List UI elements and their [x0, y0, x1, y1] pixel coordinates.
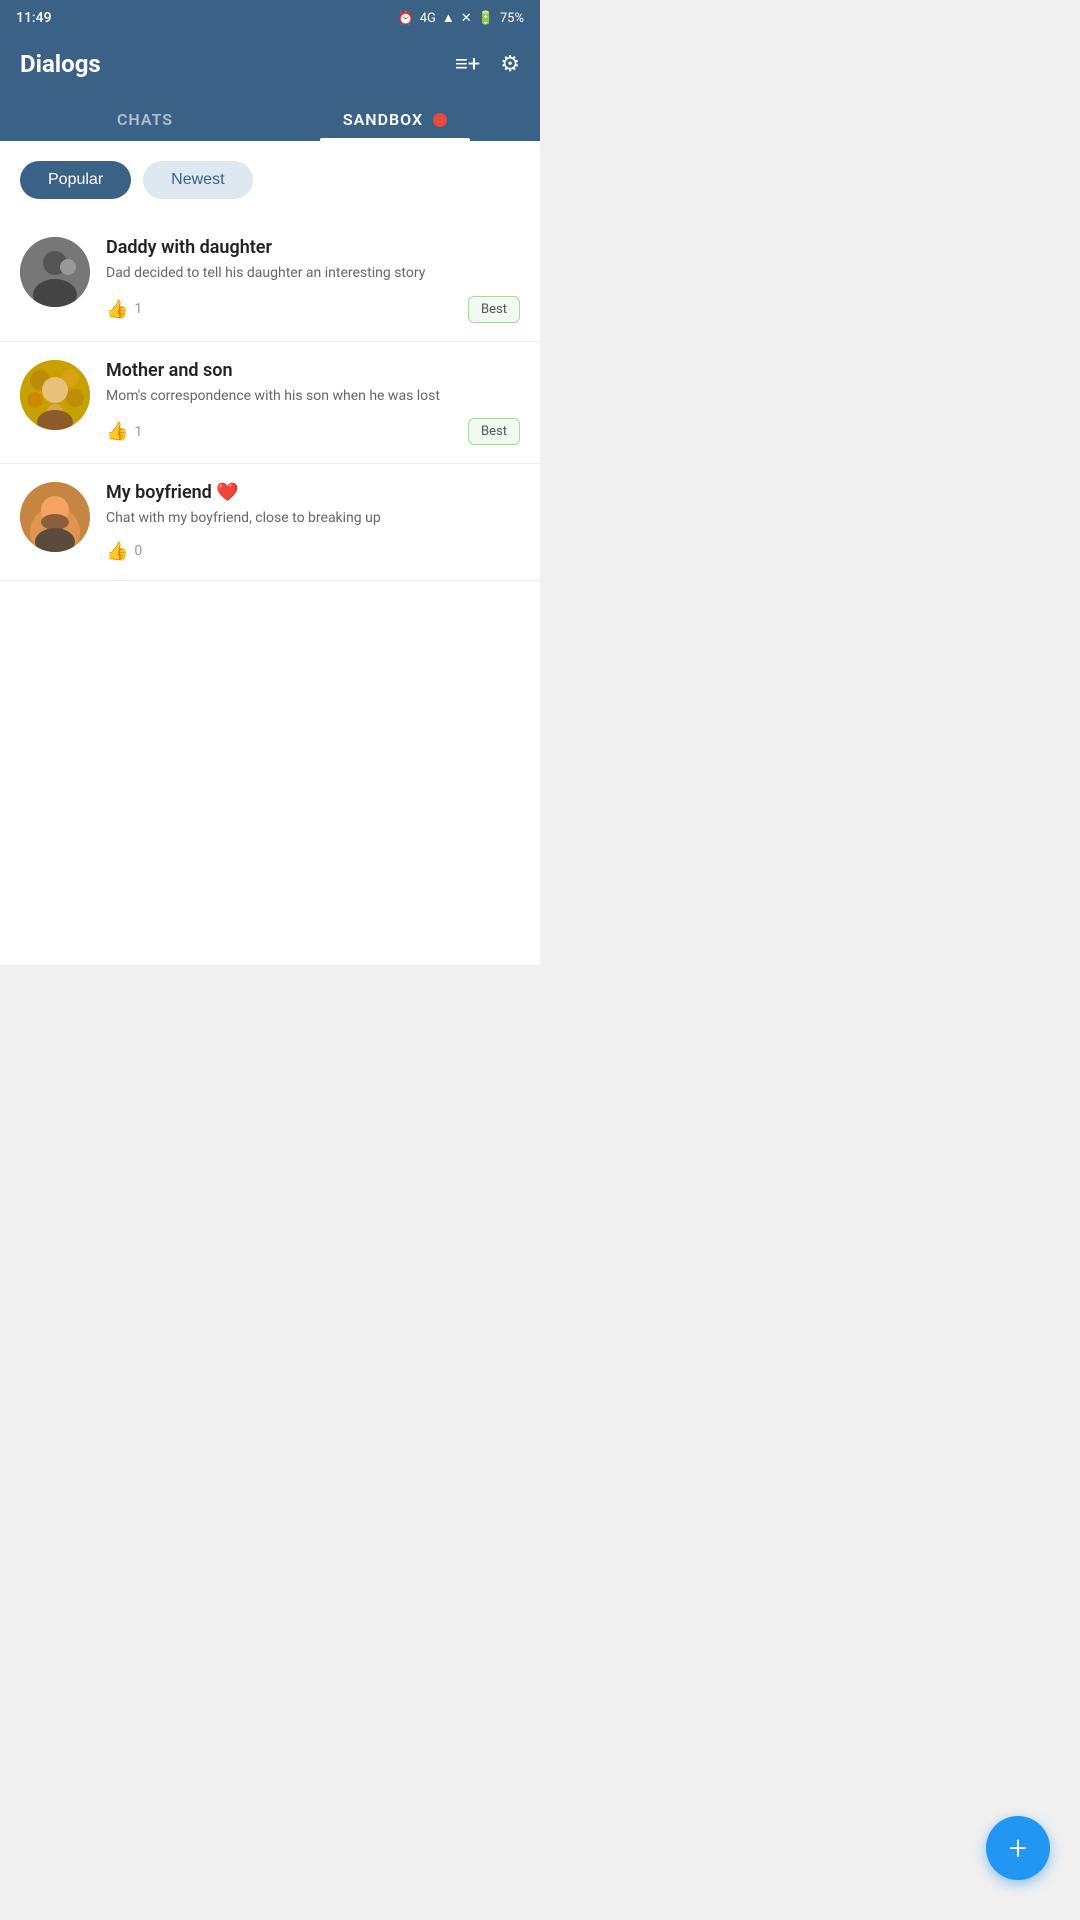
battery-percent: 75% — [500, 11, 524, 26]
chat-description: Dad decided to tell his daughter an inte… — [106, 264, 520, 284]
chat-footer: 👍 0 — [106, 541, 520, 562]
battery-icon: 🔋 — [478, 11, 494, 26]
page-title: Dialogs — [20, 50, 101, 78]
chat-body: My boyfriend ❤️ Chat with my boyfriend, … — [106, 482, 520, 562]
chat-item[interactable]: My boyfriend ❤️ Chat with my boyfriend, … — [0, 464, 540, 581]
like-row: 👍 1 — [106, 421, 142, 442]
avatar-image — [20, 360, 90, 430]
filter-row: Popular Newest — [0, 141, 540, 219]
alarm-icon: ⏰ — [398, 11, 414, 26]
best-badge: Best — [468, 418, 520, 445]
status-icons: ⏰ 4G ▲ ✕ 🔋 75% — [398, 10, 524, 26]
thumbs-up-icon: 👍 — [106, 541, 128, 562]
chat-footer: 👍 1 Best — [106, 418, 520, 445]
chat-body: Daddy with daughter Dad decided to tell … — [106, 237, 520, 323]
fab-button[interactable]: + — [986, 1816, 1050, 1880]
like-row: 👍 1 — [106, 299, 142, 320]
chat-body: Mother and son Mom's correspondence with… — [106, 360, 520, 446]
signal-x-icon: ✕ — [461, 11, 472, 26]
tabs-container: CHATS SANDBOX — [20, 98, 520, 141]
avatar-image — [20, 237, 90, 307]
best-badge: Best — [468, 296, 520, 323]
chat-description: Chat with my boyfriend, close to breakin… — [106, 509, 520, 529]
tab-chats[interactable]: CHATS — [20, 98, 270, 141]
chat-item[interactable]: Daddy with daughter Dad decided to tell … — [0, 219, 540, 342]
status-time: 11:49 — [16, 10, 52, 26]
like-row: 👍 0 — [106, 541, 142, 562]
like-count: 1 — [134, 301, 142, 317]
tab-sandbox[interactable]: SANDBOX — [270, 98, 520, 141]
sandbox-notification-dot — [433, 113, 447, 127]
thumbs-up-icon: 👍 — [106, 299, 128, 320]
network-label: 4G — [420, 11, 436, 26]
chat-footer: 👍 1 Best — [106, 296, 520, 323]
chat-item[interactable]: Mother and son Mom's correspondence with… — [0, 342, 540, 465]
thumbs-up-icon: 👍 — [106, 421, 128, 442]
signal-icon: ▲ — [442, 10, 455, 26]
chat-title: Mother and son — [106, 360, 520, 381]
chat-title: My boyfriend ❤️ — [106, 482, 520, 503]
avatar — [20, 482, 90, 552]
filter-newest-button[interactable]: Newest — [143, 161, 252, 199]
like-count: 0 — [134, 543, 142, 559]
header-actions: ≡+ ⚙ — [455, 51, 520, 77]
header-top: Dialogs ≡+ ⚙ — [20, 50, 520, 78]
settings-icon[interactable]: ⚙ — [500, 52, 520, 77]
new-chat-icon[interactable]: ≡+ — [455, 51, 480, 77]
avatar-image — [20, 482, 90, 552]
like-count: 1 — [134, 424, 142, 440]
avatar — [20, 360, 90, 430]
chat-description: Mom's correspondence with his son when h… — [106, 387, 520, 407]
chat-title: Daddy with daughter — [106, 237, 520, 258]
header: Dialogs ≡+ ⚙ CHATS SANDBOX — [0, 36, 540, 141]
content-area: Popular Newest Daddy with daughter Dad d… — [0, 141, 540, 965]
filter-popular-button[interactable]: Popular — [20, 161, 131, 199]
avatar — [20, 237, 90, 307]
fab-plus-icon: + — [1009, 1832, 1027, 1864]
status-bar: 11:49 ⏰ 4G ▲ ✕ 🔋 75% — [0, 0, 540, 36]
